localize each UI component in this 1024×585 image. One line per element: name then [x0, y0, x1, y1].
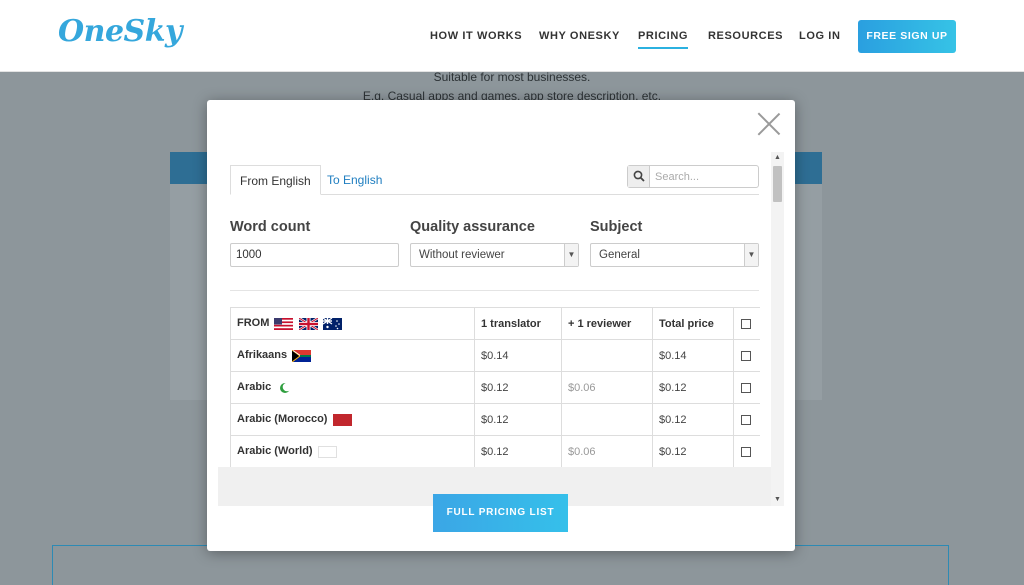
row-select-cell	[733, 371, 760, 404]
from-header-label: FROM	[237, 317, 270, 330]
reviewer-header: + 1 reviewer	[561, 307, 653, 340]
search-box	[627, 165, 759, 188]
nav-resources[interactable]: RESOURCES	[708, 30, 783, 42]
row-checkbox[interactable]	[741, 350, 751, 361]
search-icon[interactable]	[628, 166, 650, 187]
table-header-row: FROM 1 translator + 1 reviewer Total pri…	[230, 307, 760, 340]
reviewer-price	[561, 403, 653, 436]
nav-pricing[interactable]: PRICING	[638, 30, 689, 49]
morocco-flag-icon	[332, 413, 352, 426]
section-divider	[230, 290, 759, 291]
row-checkbox[interactable]	[741, 446, 751, 457]
close-icon[interactable]	[757, 112, 781, 136]
chevron-down-icon: ▼	[564, 244, 578, 266]
nav-log-in[interactable]: LOG IN	[799, 30, 841, 42]
free-sign-up-button[interactable]: FREE SIGN UP	[858, 20, 956, 53]
translator-header: 1 translator	[474, 307, 562, 340]
language-name: Arabic (Morocco)	[237, 413, 328, 426]
us-flag-icon	[274, 317, 294, 330]
modal-scrollbar[interactable]: ▲ ▼	[771, 152, 784, 506]
subject-value: General	[599, 249, 640, 261]
row-select-cell	[733, 339, 760, 372]
select-all-cell	[733, 307, 760, 340]
nav-why-onesky[interactable]: WHY ONESKY	[539, 30, 620, 42]
row-select-cell	[733, 403, 760, 436]
translator-price: $0.14	[474, 339, 562, 372]
language-name: Arabic (World)	[237, 445, 313, 458]
word-count-input[interactable]	[230, 243, 399, 267]
language-name: Arabic	[237, 381, 272, 394]
tab-to-english[interactable]: To English	[318, 165, 391, 195]
quality-assurance-label: Quality assurance	[410, 219, 535, 235]
quality-assurance-value: Without reviewer	[419, 249, 505, 261]
reviewer-price: $0.06	[561, 435, 653, 467]
total-price: $0.12	[652, 435, 734, 467]
full-pricing-list-button[interactable]: FULL PRICING LIST	[433, 494, 568, 532]
search-input[interactable]	[651, 166, 757, 187]
uk-flag-icon	[298, 317, 318, 330]
pricing-table: FROM 1 translator + 1 reviewer Total pri…	[230, 307, 760, 467]
language-cell: Afrikaans	[230, 339, 475, 372]
translator-price: $0.12	[474, 371, 562, 404]
onesky-logo[interactable]: OneSky	[58, 14, 182, 49]
pricing-table-viewport: FROM 1 translator + 1 reviewer Total pri…	[230, 307, 760, 467]
top-navigation: OneSky HOW IT WORKS WHY ONESKY PRICING R…	[0, 0, 1024, 72]
word-count-label: Word count	[230, 219, 311, 235]
table-row: Arabic (Morocco) $0.12 $0.12	[230, 403, 760, 436]
australia-flag-icon	[322, 317, 342, 330]
blank-flag-icon	[317, 445, 337, 458]
total-price: $0.14	[652, 339, 734, 372]
select-all-checkbox[interactable]	[741, 318, 751, 329]
subject-select[interactable]: General ▼	[590, 243, 759, 267]
translator-price: $0.12	[474, 435, 562, 467]
language-name: Afrikaans	[237, 349, 288, 362]
scrollbar-thumb[interactable]	[773, 166, 782, 202]
background-outline-box	[52, 545, 949, 585]
total-price: $0.12	[652, 371, 734, 404]
reviewer-price: $0.06	[561, 371, 653, 404]
language-cell: Arabic (World)	[230, 435, 475, 467]
scroll-up-icon[interactable]: ▲	[771, 152, 784, 164]
from-header: FROM	[230, 307, 475, 340]
row-checkbox[interactable]	[741, 382, 751, 393]
table-row: Arabic (World) $0.12 $0.06 $0.12	[230, 435, 760, 467]
south-africa-flag-icon	[292, 349, 312, 362]
quality-assurance-select[interactable]: Without reviewer ▼	[410, 243, 579, 267]
table-row: Afrikaans $0.14 $0.14	[230, 339, 760, 372]
table-row: Arabic $0.12 $0.06 $0.12	[230, 371, 760, 404]
pricing-modal: From English To English Word count Quali…	[207, 100, 795, 551]
subject-label: Subject	[590, 219, 643, 235]
total-price: $0.12	[652, 403, 734, 436]
language-cell: Arabic	[230, 371, 475, 404]
row-checkbox[interactable]	[741, 414, 751, 425]
background-plan-description: Suitable for most businesses.	[433, 70, 591, 84]
reviewer-price	[561, 339, 653, 372]
total-price-header: Total price	[652, 307, 734, 340]
language-cell: Arabic (Morocco)	[230, 403, 475, 436]
translator-price: $0.12	[474, 403, 562, 436]
chevron-down-icon: ▼	[744, 244, 758, 266]
nav-how-it-works[interactable]: HOW IT WORKS	[430, 30, 522, 42]
tab-from-english[interactable]: From English	[230, 165, 321, 195]
scroll-down-icon[interactable]: ▼	[771, 494, 784, 506]
crescent-flag-icon	[280, 382, 292, 393]
row-select-cell	[733, 435, 760, 467]
